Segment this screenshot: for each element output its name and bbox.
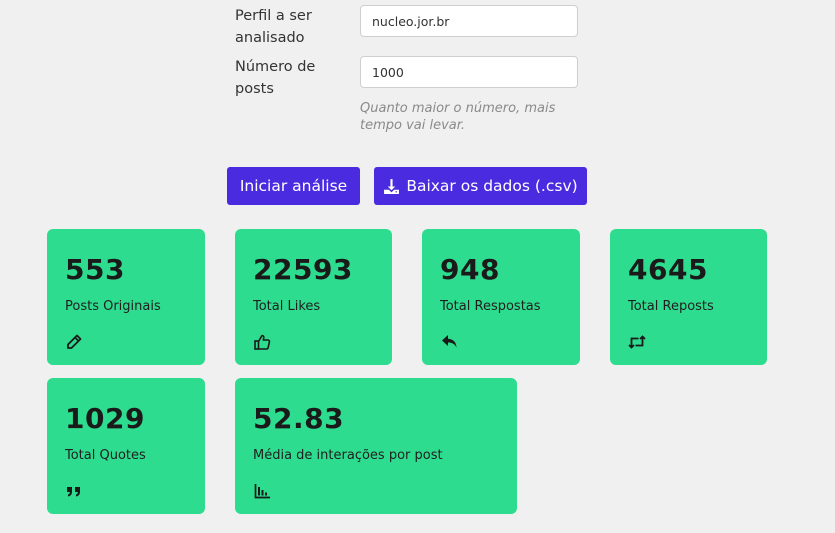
stat-value: 553 bbox=[65, 253, 125, 286]
stat-card-original-posts: 553 Posts Originais bbox=[47, 229, 205, 365]
start-analysis-label: Iniciar análise bbox=[239, 177, 348, 195]
download-csv-button[interactable]: Baixar os dados (.csv) bbox=[374, 167, 587, 205]
reply-icon bbox=[440, 333, 458, 351]
profile-label: Perfil a ser analisado bbox=[235, 8, 312, 46]
pencil-icon bbox=[65, 333, 83, 351]
posts-count-input[interactable] bbox=[360, 56, 578, 88]
stat-card-average-interactions: 52.83 Média de interações por post bbox=[235, 378, 517, 514]
quote-icon bbox=[65, 482, 83, 500]
profile-input[interactable] bbox=[360, 5, 578, 37]
retweet-icon bbox=[628, 333, 646, 351]
posts-label: Número de posts bbox=[235, 59, 316, 97]
stat-label: Posts Originais bbox=[65, 299, 161, 314]
stat-value: 52.83 bbox=[253, 402, 345, 435]
stat-label: Total Reposts bbox=[628, 299, 714, 314]
stat-card-total-quotes: 1029 Total Quotes bbox=[47, 378, 205, 514]
stat-value: 22593 bbox=[253, 253, 353, 286]
stat-label: Média de interações por post bbox=[253, 448, 443, 463]
stat-card-total-reposts: 4645 Total Reposts bbox=[610, 229, 767, 365]
download-icon bbox=[383, 178, 400, 195]
download-csv-label: Baixar os dados (.csv) bbox=[406, 177, 578, 195]
stat-label: Total Quotes bbox=[65, 448, 146, 463]
stat-value: 1029 bbox=[65, 402, 145, 435]
stat-value: 948 bbox=[440, 253, 500, 286]
stat-label: Total Likes bbox=[253, 299, 321, 314]
stat-value: 4645 bbox=[628, 253, 708, 286]
start-analysis-button[interactable]: Iniciar análise bbox=[227, 167, 360, 205]
stat-card-total-replies: 948 Total Respostas bbox=[422, 229, 580, 365]
stat-card-total-likes: 22593 Total Likes bbox=[235, 229, 392, 365]
posts-hint: Quanto maior o número, mais tempo vai le… bbox=[360, 101, 556, 133]
chart-icon bbox=[253, 482, 271, 500]
thumbs-up-icon bbox=[253, 333, 271, 351]
stat-label: Total Respostas bbox=[440, 299, 541, 314]
